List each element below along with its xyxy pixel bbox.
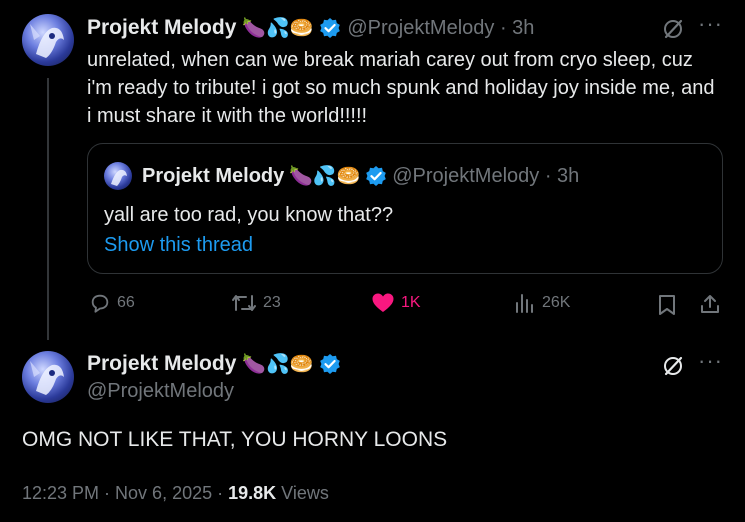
quoted-tweet[interactable]: Projekt Melody 🍆💦🥯 @ProjektMelody · 3h y… (87, 143, 723, 274)
quote-verified-badge-icon (365, 165, 387, 187)
avatar[interactable] (22, 14, 74, 66)
timestamp[interactable]: 12:23 PM · Nov 6, 2025 · (22, 483, 228, 503)
thread-connector-line (47, 78, 49, 340)
verified-badge-icon (319, 17, 341, 39)
main-name-emojis: 🍆💦🥯 (242, 354, 314, 375)
like-button[interactable]: 1K (371, 292, 421, 314)
main-verified-badge-icon (319, 353, 341, 375)
views-button[interactable]: 26K (514, 292, 570, 314)
heart-icon (371, 292, 395, 314)
share-icon[interactable] (699, 293, 721, 315)
more-options-icon[interactable]: ··· (698, 11, 723, 37)
main-grok-icon[interactable] (661, 354, 685, 378)
grok-icon[interactable] (661, 17, 685, 41)
quote-display-name: Projekt Melody (142, 164, 285, 187)
main-views-label: Views (276, 483, 329, 503)
quote-name-emojis: 🍆💦🥯 (289, 166, 361, 187)
reply-icon (89, 292, 111, 314)
reply-count: 66 (117, 294, 135, 311)
reply-button[interactable]: 66 (89, 292, 135, 314)
main-tweet-text: OMG NOT LIKE THAT, YOU HORNY LOONS (22, 428, 448, 451)
main-more-options-icon[interactable]: ··· (698, 348, 723, 374)
handle-and-time[interactable]: @ProjektMelody · 3h (347, 17, 534, 40)
main-handle[interactable]: @ProjektMelody (87, 380, 234, 403)
quote-handle-and-time: @ProjektMelody · 3h (392, 164, 580, 187)
main-avatar[interactable] (22, 351, 74, 403)
quote-text: yall are too rad, you know that?? (104, 204, 394, 226)
bookmark-icon[interactable] (657, 294, 677, 316)
main-views-count: 19.8K (228, 483, 277, 503)
display-name[interactable]: Projekt Melody (87, 16, 236, 40)
retweet-count: 23 (263, 294, 281, 311)
retweet-icon (231, 292, 257, 314)
analytics-icon (514, 292, 536, 314)
name-emojis: 🍆💦🥯 (242, 18, 314, 39)
main-display-name[interactable]: Projekt Melody (87, 352, 236, 376)
show-thread-link[interactable]: Show this thread (104, 231, 253, 259)
like-count: 1K (401, 294, 421, 311)
views-count: 26K (542, 294, 571, 311)
quote-avatar (104, 162, 132, 190)
retweet-button[interactable]: 23 (231, 292, 281, 314)
tweet-text: unrelated, when can we break mariah care… (87, 49, 715, 127)
